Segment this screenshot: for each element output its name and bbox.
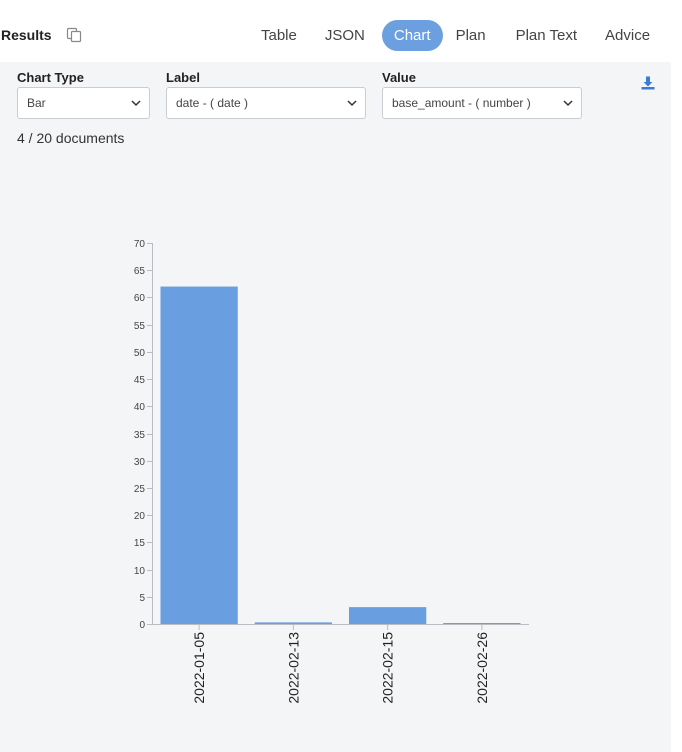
y-tick-label: 25 <box>134 484 146 495</box>
chart-bar <box>443 623 521 624</box>
bar-chart: 0 5 10 15 20 25 30 35 40 45 50 55 60 65 70 2022-01-05 20… <box>134 239 529 704</box>
chart-bar <box>160 286 238 624</box>
y-tick-label: 10 <box>134 566 146 577</box>
tab-advice[interactable]: Advice <box>596 20 659 51</box>
y-tick-label: 55 <box>134 321 146 332</box>
copy-icon[interactable] <box>65 26 83 44</box>
tab-chart[interactable]: Chart <box>381 20 443 51</box>
tab-plan-text[interactable]: Plan Text <box>507 20 586 51</box>
y-tick-label: 15 <box>134 538 146 549</box>
x-tick-label: 2022-02-26 <box>474 632 490 704</box>
y-tick-label: 40 <box>134 402 146 413</box>
tab-plan[interactable]: Plan <box>447 20 495 51</box>
x-tick-label: 2022-01-05 <box>191 632 207 704</box>
results-title: Results <box>1 27 52 43</box>
y-tick-label: 5 <box>139 593 145 604</box>
chart-bar <box>254 622 333 624</box>
tab-json[interactable]: JSON <box>316 20 374 51</box>
y-tick-label: 60 <box>134 293 146 304</box>
y-tick-label: 30 <box>134 457 146 468</box>
result-tabs: Table JSON Chart Plan Plan Text Advice <box>252 20 659 51</box>
y-tick-label: 20 <box>134 511 146 522</box>
y-tick-label: 45 <box>134 375 146 386</box>
y-tick-label: 35 <box>134 430 146 441</box>
x-tick-label: 2022-02-13 <box>285 632 301 704</box>
y-tick-label: 0 <box>139 620 145 631</box>
y-tick-label: 65 <box>134 266 146 277</box>
results-header: Results Table JSON Chart Plan Plan Text … <box>0 0 682 62</box>
tab-table[interactable]: Table <box>252 20 306 51</box>
chart-panel: Chart Type Bar Label date - ( date ) Val… <box>0 62 671 752</box>
y-tick-label: 50 <box>134 348 146 359</box>
chart-bar <box>348 607 427 624</box>
x-tick-label: 2022-02-15 <box>380 632 396 704</box>
y-tick-label: 70 <box>134 239 146 250</box>
